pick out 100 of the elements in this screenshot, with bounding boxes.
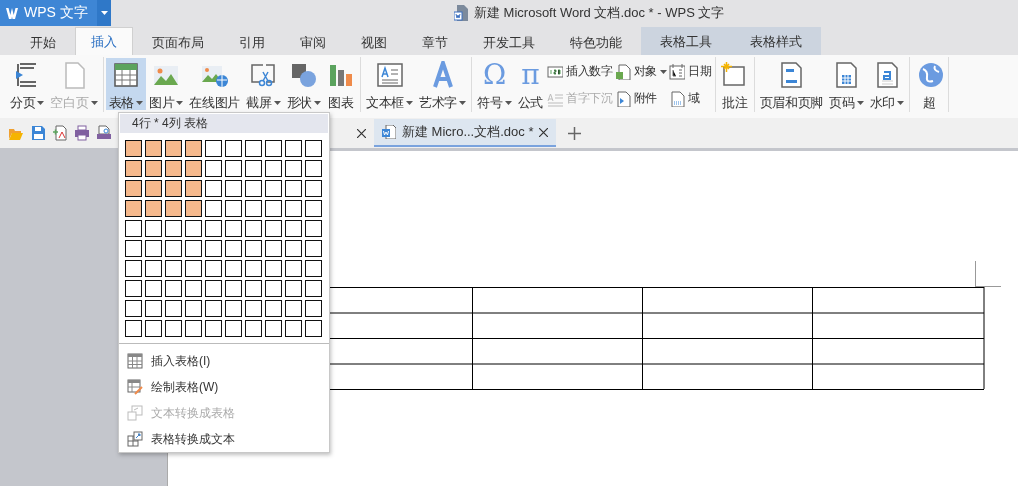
grid-cell[interactable]	[205, 280, 222, 298]
grid-cell[interactable]	[225, 300, 242, 318]
ribbon-tab[interactable]: 开发工具	[467, 29, 551, 55]
grid-cell[interactable]	[285, 300, 302, 318]
grid-cell[interactable]	[205, 320, 222, 338]
menu-item[interactable]: 绘制表格(W)	[119, 374, 329, 401]
grid-cell[interactable]	[265, 240, 282, 258]
grid-cell[interactable]	[145, 260, 162, 278]
grid-cell[interactable]	[305, 180, 322, 198]
ribbon-button[interactable]: 插入数字	[546, 62, 614, 81]
grid-cell[interactable]	[145, 180, 162, 198]
grid-cell[interactable]	[165, 320, 182, 338]
grid-cell[interactable]	[285, 200, 302, 218]
grid-cell[interactable]	[225, 320, 242, 338]
grid-cell[interactable]	[205, 260, 222, 278]
grid-cell[interactable]	[145, 220, 162, 238]
grid-cell[interactable]	[245, 320, 262, 338]
ribbon-tab[interactable]: 视图	[345, 29, 403, 55]
ribbon-button[interactable]: 超	[911, 58, 946, 110]
ribbon-button[interactable]: 日期	[668, 62, 713, 81]
grid-cell[interactable]	[285, 320, 302, 338]
ribbon-button[interactable]: 页眉和页脚	[756, 58, 827, 110]
grid-cell[interactable]	[305, 280, 322, 298]
grid-cell[interactable]	[205, 240, 222, 258]
grid-cell[interactable]	[185, 260, 202, 278]
grid-cell[interactable]	[185, 300, 202, 318]
grid-cell[interactable]	[225, 280, 242, 298]
grid-cell[interactable]	[225, 140, 242, 158]
grid-cell[interactable]	[125, 300, 142, 318]
ribbon-button[interactable]: 表格	[105, 58, 146, 110]
grid-cell[interactable]	[225, 200, 242, 218]
grid-cell[interactable]	[165, 140, 182, 158]
grid-cell[interactable]	[265, 220, 282, 238]
grid-cell[interactable]	[165, 200, 182, 218]
app-menu-button[interactable]: WPS 文字	[0, 0, 111, 26]
grid-cell[interactable]	[145, 140, 162, 158]
ribbon-button[interactable]: 域	[668, 89, 713, 108]
grid-cell[interactable]	[185, 180, 202, 198]
grid-cell[interactable]	[265, 260, 282, 278]
grid-cell[interactable]	[145, 240, 162, 258]
grid-cell[interactable]	[145, 160, 162, 178]
grid-cell[interactable]	[265, 200, 282, 218]
grid-cell[interactable]	[305, 160, 322, 178]
grid-cell[interactable]	[285, 220, 302, 238]
grid-cell[interactable]	[305, 260, 322, 278]
ribbon-tab[interactable]: 表格工具	[641, 27, 731, 55]
ribbon-button[interactable]: 形状	[283, 58, 324, 110]
ribbon-button[interactable]: 附件	[613, 89, 669, 108]
grid-cell[interactable]	[245, 140, 262, 158]
grid-cell[interactable]	[165, 180, 182, 198]
grid-cell[interactable]	[285, 160, 302, 178]
grid-cell[interactable]	[305, 220, 322, 238]
ribbon-button[interactable]: 艺术字	[416, 58, 470, 110]
grid-cell[interactable]	[185, 200, 202, 218]
grid-cell[interactable]	[145, 300, 162, 318]
ribbon-button[interactable]: 图表	[323, 58, 358, 110]
toolbar-button[interactable]	[96, 125, 112, 141]
grid-cell[interactable]	[205, 160, 222, 178]
grid-cell[interactable]	[185, 220, 202, 238]
grid-cell[interactable]	[245, 200, 262, 218]
ribbon-button[interactable]: 水印	[866, 58, 907, 110]
ribbon-tab[interactable]: 插入	[75, 27, 133, 55]
grid-cell[interactable]	[285, 180, 302, 198]
grid-cell[interactable]	[145, 280, 162, 298]
grid-cell[interactable]	[165, 300, 182, 318]
menu-item[interactable]: 表格转换成文本	[119, 426, 329, 452]
grid-cell[interactable]	[265, 160, 282, 178]
grid-cell[interactable]	[245, 160, 262, 178]
ribbon-button[interactable]: 文本框	[362, 58, 417, 110]
grid-cell[interactable]	[305, 200, 322, 218]
grid-cell[interactable]	[205, 300, 222, 318]
grid-cell[interactable]	[125, 320, 142, 338]
toolbar-button[interactable]	[30, 125, 46, 141]
grid-cell[interactable]	[125, 180, 142, 198]
ribbon-button[interactable]: Ω 符号	[474, 58, 515, 110]
grid-cell[interactable]	[125, 220, 142, 238]
grid-cell[interactable]	[265, 300, 282, 318]
grid-cell[interactable]	[285, 140, 302, 158]
ribbon-button[interactable]: 页码	[826, 58, 867, 110]
toolbar-button[interactable]	[74, 125, 90, 141]
ribbon-button[interactable]: 批注	[717, 58, 752, 110]
grid-cell[interactable]	[305, 320, 322, 338]
grid-cell[interactable]	[145, 200, 162, 218]
grid-cell[interactable]	[125, 280, 142, 298]
ribbon-button[interactable]: 在线图片	[186, 58, 244, 110]
close-tab-button[interactable]	[357, 128, 366, 138]
grid-cell[interactable]	[225, 220, 242, 238]
grid-cell[interactable]	[165, 240, 182, 258]
grid-cell[interactable]	[205, 180, 222, 198]
grid-cell[interactable]	[145, 320, 162, 338]
grid-cell[interactable]	[205, 140, 222, 158]
grid-cell[interactable]	[165, 160, 182, 178]
grid-cell[interactable]	[205, 220, 222, 238]
grid-cell[interactable]	[245, 300, 262, 318]
ribbon-tab[interactable]: 开始	[14, 29, 72, 55]
ribbon-tab[interactable]: 审阅	[284, 29, 342, 55]
grid-cell[interactable]	[245, 260, 262, 278]
grid-cell[interactable]	[245, 280, 262, 298]
grid-cell[interactable]	[125, 140, 142, 158]
grid-cell[interactable]	[205, 200, 222, 218]
